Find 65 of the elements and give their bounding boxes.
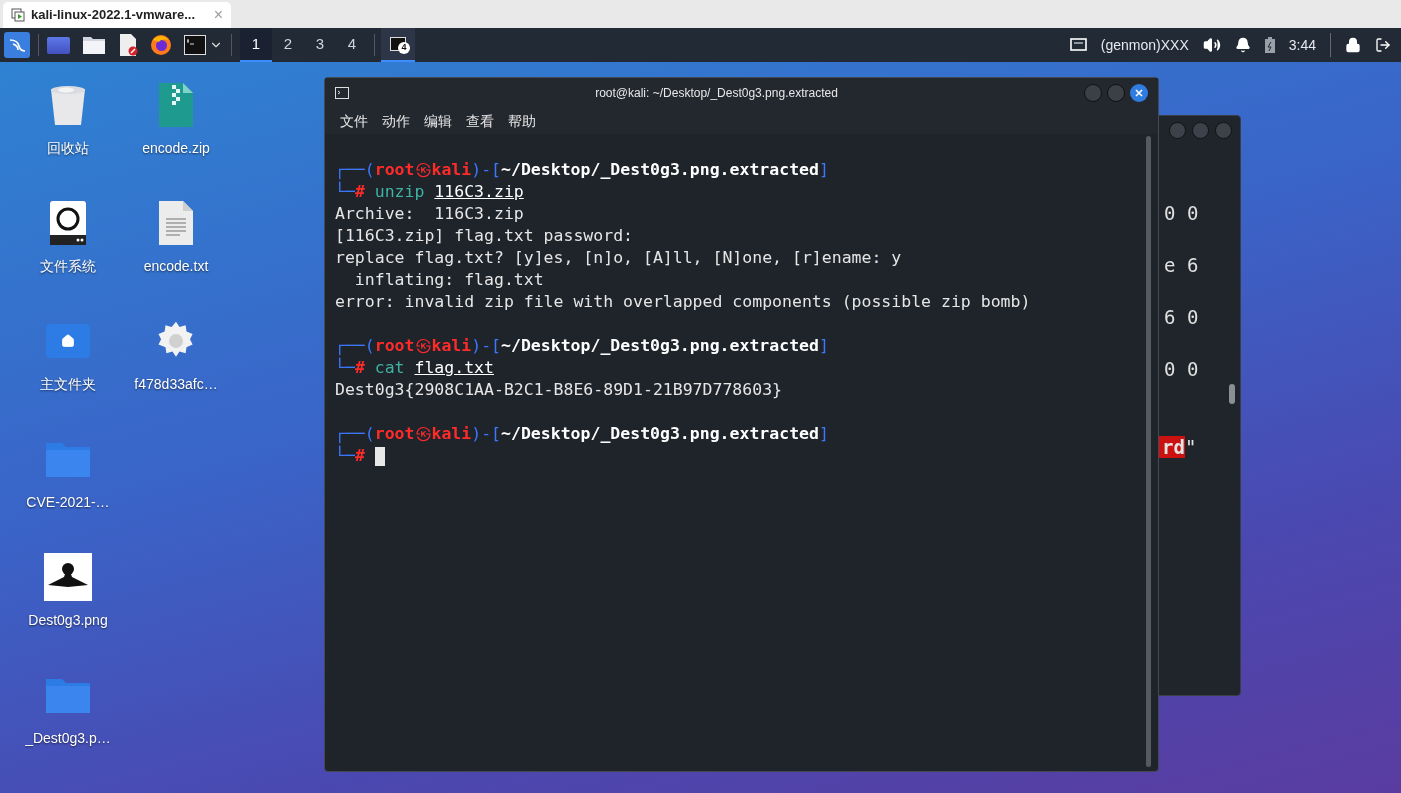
volume-icon[interactable] [1202,36,1221,54]
lock-icon[interactable] [1345,37,1361,53]
battery-icon[interactable] [1264,37,1275,53]
folder-icon [46,441,90,477]
window-title: root@kali: ~/Desktop/_Dest0g3.png.extracted [594,85,839,102]
icon-label: encode.zip [142,139,210,158]
prompt-line: ┌──(root㉿kali)-[~/Desktop/_Dest0g3.png.extracted] [335,159,830,181]
workspace-tab[interactable]: 1 [240,28,272,62]
icon-label: CVE-2021-… [26,493,110,512]
trash-icon [48,83,88,127]
vm-icon [11,8,25,22]
hex-dump-text: 0 0 [1164,358,1199,380]
icon-label: _Dest0g3.p… [25,729,111,748]
output-line: replace flag.txt? [y]es, [n]o, [A]ll, [N]one, [r]ename: y [335,247,903,269]
prompt-line: └─# [335,445,365,467]
workspace-tab[interactable]: 3 [304,28,336,62]
file-manager-icon[interactable] [82,35,106,55]
network-icon[interactable] [1069,38,1087,52]
show-desktop-icon[interactable] [47,36,70,54]
menu-item[interactable]: 帮助 [508,110,536,132]
genmon-label: (genmon)XXX [1100,35,1189,55]
prompt-line: ┌──(root㉿kali)-[~/Desktop/_Dest0g3.png.extracted] [335,423,830,445]
workspace-tab[interactable]: 2 [272,28,304,62]
hex-dump-text: 6 0 [1164,306,1199,328]
logout-icon[interactable] [1375,37,1391,53]
workspace-tab[interactable]: 4 [336,28,368,62]
icon-label: Dest0g3.png [28,611,108,630]
output-line: error: invalid zip file with overlapped components (possible zip bomb) [335,291,1032,313]
task-button[interactable]: 4 [381,28,415,62]
close-icon [1135,89,1143,97]
hex-dump-text: e 6 [1164,254,1199,276]
kali-menu-icon[interactable] [4,32,30,58]
output-line: inflating: flag.txt [353,269,545,291]
command-line: └─# cat flag.txt [335,357,495,379]
icon-label: 回收站 [47,139,89,158]
icon-label: encode.txt [143,257,209,276]
terminal-icon[interactable] [184,35,206,55]
scrollbar-thumb [1229,384,1235,404]
menu-item[interactable]: 文件 [340,110,368,132]
notification-icon[interactable] [1234,37,1251,53]
icon-label: f478d33afc… [134,375,218,394]
home-folder-icon [46,324,90,358]
window-count-badge: 4 [398,42,410,54]
text-file-icon [159,201,193,245]
terminal-icon [335,87,349,99]
drive-icon [50,201,86,245]
clock: 3:44 [1288,35,1316,55]
zip-file-icon [159,83,193,127]
prompt-line: ┌──(root㉿kali)-[~/Desktop/_Dest0g3.png.extracted] [335,335,830,357]
output-line: [116C3.zip] flag.txt password: [335,225,634,247]
folder-icon [46,677,90,713]
menu-item[interactable]: 动作 [382,110,410,132]
output-line: Archive: 116C3.zip [335,203,525,225]
firefox-icon[interactable] [150,34,172,56]
hex-dump-text: 0 0 [1164,202,1199,224]
browser-tab[interactable]: kali-linux-2022.1-vmware... × [3,2,231,28]
menu-item[interactable]: 查看 [466,110,494,132]
icon-label: 主文件夹 [40,375,96,394]
menu-item[interactable]: 编辑 [424,110,452,132]
tab-title: kali-linux-2022.1-vmware... [31,6,196,25]
close-button[interactable] [1130,84,1148,102]
icon-label: 文件系统 [40,257,96,276]
command-line: └─# unzip 116C3.zip [335,181,525,203]
output-line: Dest0g3{2908C1AA-B2C1-B8E6-89D1-21B97D778603} [335,379,784,401]
text-editor-icon[interactable] [118,34,138,56]
